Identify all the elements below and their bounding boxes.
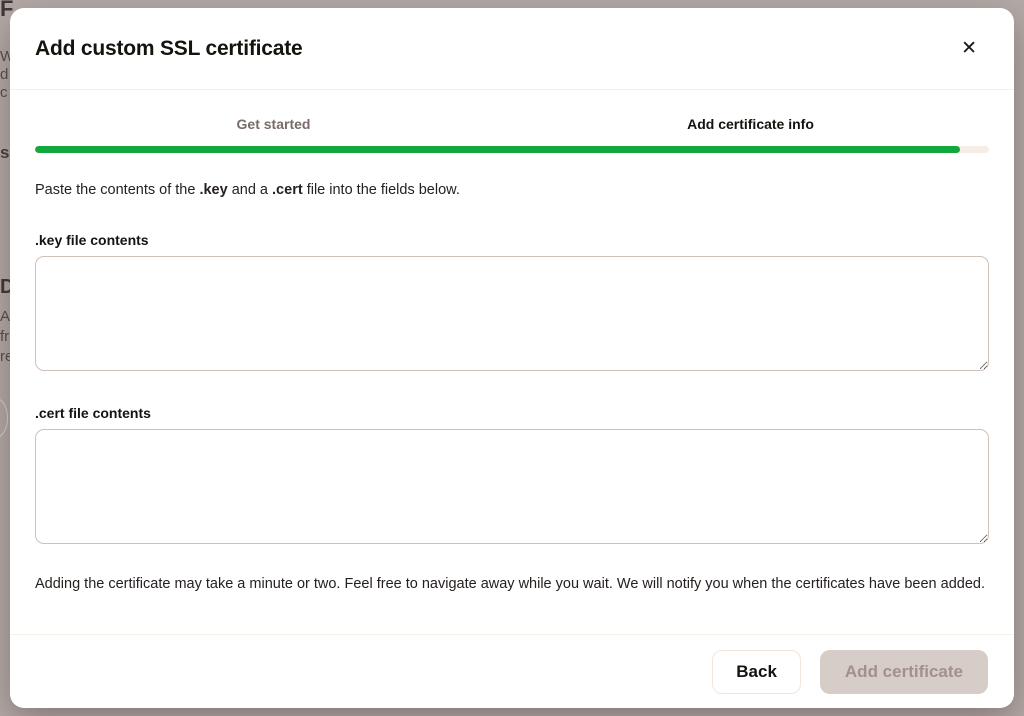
- instruction-middle: and a: [228, 182, 272, 198]
- dialog-footer: Back Add certificate: [10, 634, 1014, 708]
- dialog-body: Get started Add certificate info Paste t…: [10, 90, 1014, 634]
- key-file-textarea[interactable]: [35, 256, 989, 371]
- dialog-title: Add custom SSL certificate: [35, 37, 302, 61]
- background-text-fragment: c: [0, 84, 8, 101]
- add-custom-ssl-certificate-dialog: Add custom SSL certificate ✕ Get started…: [10, 8, 1014, 708]
- background-shape: [0, 398, 8, 438]
- key-file-label: .key file contents: [35, 232, 989, 248]
- background-text-fragment: d: [0, 66, 8, 83]
- step-get-started: Get started: [35, 116, 512, 132]
- step-add-certificate-info: Add certificate info: [512, 116, 989, 132]
- back-button[interactable]: Back: [712, 650, 801, 694]
- cert-file-textarea[interactable]: [35, 429, 989, 544]
- key-term: .key: [199, 182, 227, 198]
- stepper: Get started Add certificate info: [35, 116, 989, 153]
- cert-term: .cert: [272, 182, 303, 198]
- cert-file-label: .cert file contents: [35, 405, 989, 421]
- wait-note: Adding the certificate may take a minute…: [35, 573, 989, 595]
- background-text-fragment: A: [0, 308, 10, 325]
- progress-fill: [35, 146, 960, 153]
- add-certificate-button[interactable]: Add certificate: [820, 650, 988, 694]
- close-icon[interactable]: ✕: [953, 35, 985, 62]
- background-text-fragment: fr: [0, 328, 9, 345]
- dialog-header: Add custom SSL certificate ✕: [10, 8, 1014, 90]
- instruction-suffix: file into the fields below.: [303, 182, 460, 198]
- instruction-text: Paste the contents of the .key and a .ce…: [35, 182, 989, 198]
- instruction-prefix: Paste the contents of the: [35, 182, 199, 198]
- progress-bar: [35, 146, 989, 153]
- background-text-fragment: s: [0, 143, 9, 163]
